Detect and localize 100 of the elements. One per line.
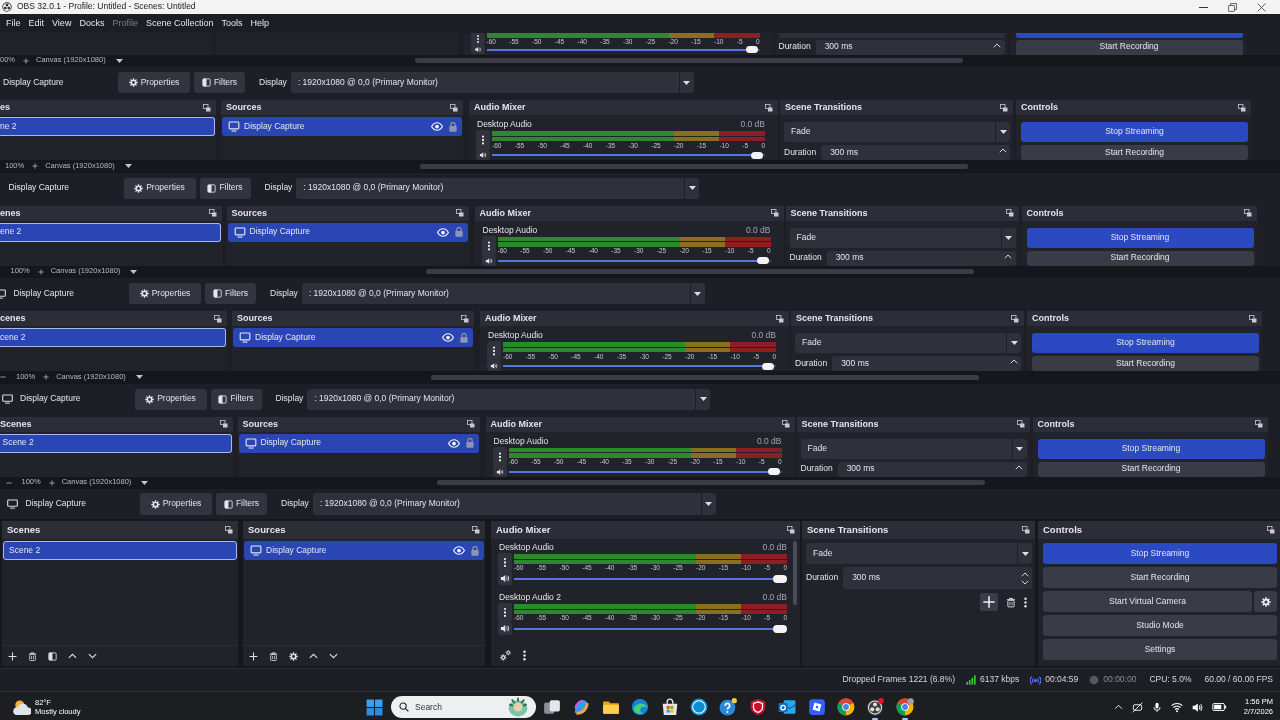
transition-dropdown[interactable]: Fade xyxy=(795,333,1021,353)
stacked-squares-icon[interactable] xyxy=(1016,420,1025,428)
control-button[interactable]: Start Recording xyxy=(1043,567,1277,588)
stacked-squares-icon[interactable] xyxy=(1238,103,1246,112)
tricolor-circle-icon[interactable] xyxy=(836,698,855,716)
volume-slider[interactable] xyxy=(514,572,787,585)
control-button[interactable]: Start Recording xyxy=(1021,145,1248,160)
volume-slider[interactable] xyxy=(503,361,776,371)
mail-icon[interactable] xyxy=(778,698,797,716)
stacked-squares-icon[interactable] xyxy=(225,526,233,534)
properties-button[interactable]: Properties xyxy=(118,72,190,93)
eye-icon[interactable] xyxy=(447,438,460,448)
vertical-dots-icon[interactable] xyxy=(498,553,512,572)
half-square-icon[interactable] xyxy=(48,651,57,661)
transition-dropdown[interactable]: Fade xyxy=(806,543,1032,564)
slider-handle[interactable] xyxy=(751,151,763,159)
tricolor-circle-icon[interactable] xyxy=(895,698,914,716)
settings-button[interactable] xyxy=(1254,591,1277,612)
stacked-squares-icon[interactable] xyxy=(461,314,469,323)
volume-slider[interactable] xyxy=(492,150,765,160)
volume-slider[interactable] xyxy=(514,622,787,635)
stacked-squares-icon[interactable] xyxy=(787,526,795,534)
eye-icon[interactable] xyxy=(442,333,454,342)
list-item[interactable]: cene 2 xyxy=(0,328,226,347)
scrollbar-thumb[interactable] xyxy=(425,269,974,275)
list-item[interactable]: ne 2 xyxy=(0,117,215,136)
volume-slider[interactable] xyxy=(486,45,760,55)
speaker-icon[interactable] xyxy=(1191,701,1203,713)
speaker-icon[interactable] xyxy=(481,255,496,266)
caret-icon[interactable] xyxy=(141,480,149,485)
gears-icon[interactable] xyxy=(500,650,511,661)
folder-icon[interactable] xyxy=(601,698,620,716)
eye-icon[interactable] xyxy=(431,122,443,131)
control-button[interactable]: Stop Streaming xyxy=(1043,543,1277,564)
four-squares-icon[interactable] xyxy=(366,698,383,716)
plus-icon[interactable] xyxy=(980,593,998,611)
display-dropdown[interactable]: : 1920x1080 @ 0,0 (Primary Monitor) xyxy=(301,283,705,304)
scrollbar-thumb[interactable] xyxy=(420,163,968,169)
control-button[interactable]: Stop Streaming xyxy=(1037,438,1265,459)
filters-button[interactable]: Filters xyxy=(199,177,251,199)
stacked-squares-icon[interactable] xyxy=(455,209,464,217)
eye-icon[interactable] xyxy=(453,546,465,555)
scrollbar-thumb[interactable] xyxy=(414,58,963,64)
menu-item[interactable]: Scene Collection xyxy=(141,18,218,29)
menu-item[interactable]: Edit xyxy=(24,18,49,29)
chevron-down-icon[interactable] xyxy=(329,653,338,659)
control-button[interactable]: Start Recording xyxy=(1037,461,1265,477)
round-logo-icon[interactable] xyxy=(689,698,708,716)
speaker-icon[interactable] xyxy=(476,150,490,160)
vertical-dots-icon[interactable] xyxy=(487,341,501,361)
question-circle-icon[interactable] xyxy=(719,698,738,716)
duration-field[interactable]: 300 ms xyxy=(821,145,1010,160)
control-button[interactable]: Start Recording xyxy=(1032,356,1259,371)
duration-field[interactable]: 300 ms xyxy=(843,567,1032,589)
control-button[interactable]: Settings xyxy=(1043,639,1277,660)
lock-icon[interactable] xyxy=(449,121,457,132)
lock-icon[interactable] xyxy=(454,227,463,237)
vertical-dots-icon[interactable] xyxy=(523,650,526,661)
stacked-squares-icon[interactable] xyxy=(1000,103,1008,112)
stacked-squares-icon[interactable] xyxy=(214,314,222,323)
chevron-up-icon[interactable] xyxy=(68,653,77,659)
stacked-squares-icon[interactable] xyxy=(1011,314,1019,323)
stacked-squares-icon[interactable] xyxy=(208,209,217,217)
eye-icon[interactable] xyxy=(436,227,449,237)
duration-field[interactable]: 300 ms xyxy=(815,40,1005,55)
filters-button[interactable]: Filters xyxy=(205,283,256,304)
control-button[interactable]: Stop Streaming xyxy=(1026,227,1254,248)
list-item[interactable]: Scene 2 xyxy=(0,433,232,453)
filters-button[interactable]: Filters xyxy=(210,388,262,410)
control-button[interactable]: Start Recording xyxy=(1015,40,1243,55)
vertical-dots-icon[interactable] xyxy=(498,603,512,622)
stacked-squares-icon[interactable] xyxy=(1022,526,1030,534)
filters-button[interactable]: Filters xyxy=(216,493,267,515)
display-dropdown[interactable]: : 1920x1080 @ 0,0 (Primary Monitor) xyxy=(296,177,700,199)
display-dropdown[interactable]: : 1920x1080 @ 0,0 (Primary Monitor) xyxy=(307,388,711,410)
swirl-icon[interactable] xyxy=(572,698,591,716)
slider-handle[interactable] xyxy=(756,257,769,264)
chevron-down-icon[interactable] xyxy=(1020,579,1029,585)
menu-item[interactable]: Help xyxy=(246,18,273,29)
minimize-icon[interactable] xyxy=(1199,6,1208,8)
slider-handle[interactable] xyxy=(767,468,780,475)
speaker-icon[interactable] xyxy=(470,45,485,54)
stacked-squares-icon[interactable] xyxy=(203,103,211,112)
vertical-dots-icon[interactable] xyxy=(492,446,507,467)
tilted-square-icon[interactable] xyxy=(807,698,826,716)
stacked-squares-icon[interactable] xyxy=(776,314,784,323)
menu-item[interactable]: View xyxy=(48,18,76,29)
stacked-squares-icon[interactable] xyxy=(1254,420,1263,428)
speaker-icon[interactable] xyxy=(487,361,501,371)
control-button[interactable]: Studio Mode xyxy=(1043,615,1277,636)
chevron-up-icon[interactable] xyxy=(1009,359,1018,364)
stacked-squares-icon[interactable] xyxy=(1005,209,1014,217)
slider-handle[interactable] xyxy=(762,362,774,370)
stacked-squares-icon[interactable] xyxy=(472,526,480,534)
speaker-icon[interactable] xyxy=(498,622,512,635)
list-item[interactable]: Display Capture xyxy=(233,328,473,347)
close-icon[interactable] xyxy=(1257,2,1266,12)
transition-dropdown[interactable]: Fade xyxy=(800,438,1027,459)
caret-icon[interactable] xyxy=(135,375,143,380)
speaker-icon[interactable] xyxy=(498,572,512,585)
